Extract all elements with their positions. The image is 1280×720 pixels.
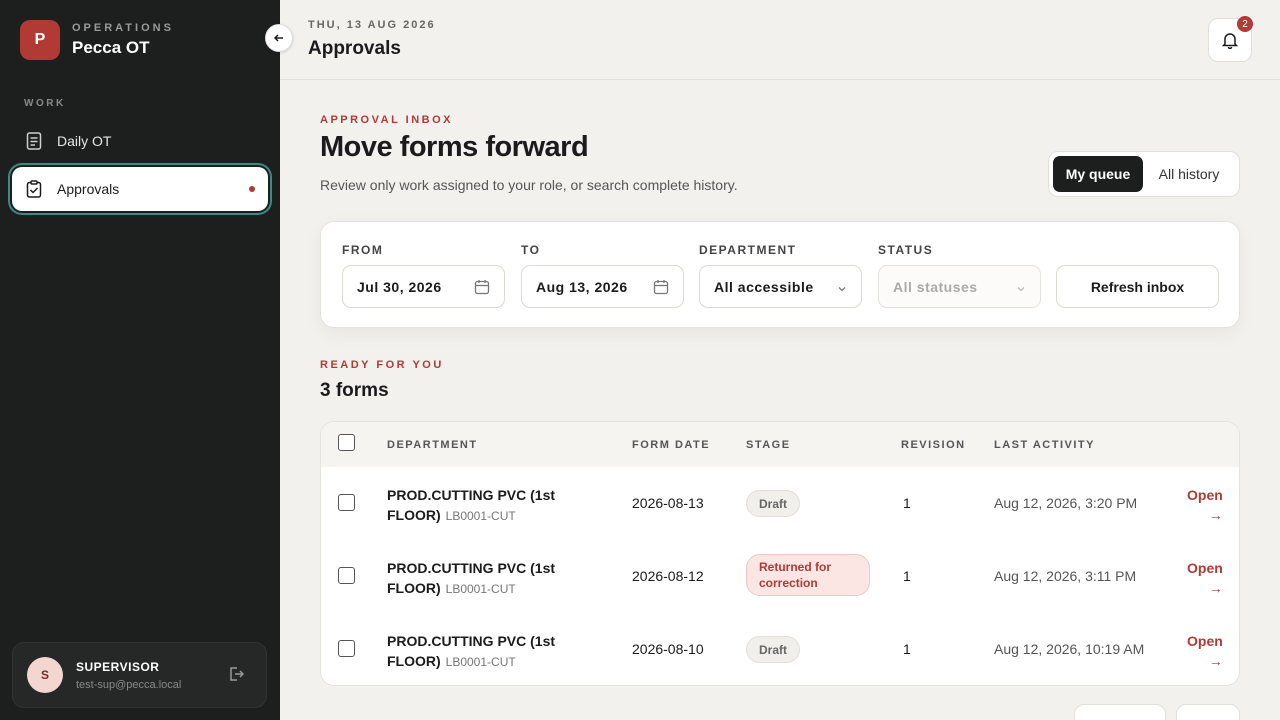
form-date-cell: 2026-08-13: [632, 495, 704, 511]
department-code: LB0001-CUT: [445, 582, 516, 596]
row-checkbox[interactable]: [338, 640, 355, 657]
department-code: LB0001-CUT: [445, 509, 516, 523]
brand-text: OPERATIONS Pecca OT: [72, 22, 174, 58]
arrow-left-icon: [273, 34, 283, 42]
current-date: THU, 13 AUG 2026: [308, 19, 436, 31]
department-code: LB0001-CUT: [445, 655, 516, 669]
open-link[interactable]: Open →: [1187, 631, 1223, 671]
department-cell: PROD.CUTTING PVC (1st FLOOR) LB0001-CUT: [387, 631, 587, 672]
notifications-button[interactable]: 2: [1208, 16, 1253, 62]
column-header-revision: REVISION: [901, 439, 966, 451]
forms-table: DEPARTMENT FORM DATE STAGE REVISION LAST…: [320, 421, 1240, 686]
chevron-down-icon: [837, 281, 847, 297]
select-all-checkbox[interactable]: [338, 434, 355, 451]
results-count: 3 forms: [320, 380, 389, 401]
revision-cell: 1: [903, 641, 911, 657]
notification-badge: 2: [1237, 16, 1253, 32]
open-label: Open: [1187, 487, 1223, 503]
from-date-field[interactable]: Jul 30, 2026: [342, 265, 505, 308]
table-header: DEPARTMENT FORM DATE STAGE REVISION LAST…: [321, 422, 1239, 467]
avatar: S: [27, 657, 63, 693]
refresh-inbox-button[interactable]: Refresh inbox: [1056, 265, 1219, 308]
form-date-cell: 2026-08-10: [632, 641, 704, 657]
form-date-cell: 2026-08-12: [632, 568, 704, 584]
table-row: PROD.CUTTING PVC (1st FLOOR) LB0001-CUT 2…: [321, 467, 1239, 540]
sidebar: P OPERATIONS Pecca OT WORK Daily OT Appr…: [0, 0, 280, 720]
from-label: FROM: [342, 243, 384, 257]
department-label: DEPARTMENT: [699, 243, 797, 257]
stage-badge: Returned for correction: [746, 554, 870, 596]
brand: P OPERATIONS Pecca OT: [20, 20, 174, 60]
revision-cell: 1: [903, 495, 911, 511]
department-select[interactable]: All accessible: [699, 265, 862, 308]
clipboard-check-icon: [25, 180, 43, 198]
stage-badge: Draft: [746, 636, 801, 663]
column-header-department: DEPARTMENT: [387, 439, 478, 451]
nav-section-label: WORK: [24, 98, 66, 109]
chevron-down-icon: [1016, 281, 1026, 297]
next-page-button[interactable]: [1176, 704, 1240, 720]
brand-name: Pecca OT: [72, 38, 150, 57]
stage-badge: Draft: [746, 490, 801, 517]
open-link[interactable]: Open →: [1187, 558, 1223, 598]
to-date-field[interactable]: Aug 13, 2026: [521, 265, 684, 308]
unread-dot: [249, 186, 255, 192]
user-card: S SUPERVISOR test-sup@pecca.local: [12, 642, 267, 708]
column-header-form-date: FORM DATE: [632, 439, 711, 451]
table-row: PROD.CUTTING PVC (1st FLOOR) LB0001-CUT 2…: [321, 613, 1239, 685]
row-checkbox[interactable]: [338, 567, 355, 584]
hero-title: Move forms forward: [320, 131, 589, 163]
brand-logo: P: [20, 20, 60, 60]
logout-icon[interactable]: [228, 666, 245, 687]
view-toggle: My queue All history: [1048, 151, 1240, 197]
tab-my-queue[interactable]: My queue: [1053, 156, 1143, 192]
last-activity-cell: Aug 12, 2026, 3:11 PM: [994, 568, 1137, 584]
page-title: Approvals: [308, 38, 401, 59]
status-value: All statuses: [893, 278, 978, 295]
hero-subtitle: Review only work assigned to your role, …: [320, 177, 738, 193]
department-cell: PROD.CUTTING PVC (1st FLOOR) LB0001-CUT: [387, 558, 587, 599]
arrow-right-icon: →: [1208, 580, 1223, 596]
previous-page-button[interactable]: [1074, 704, 1166, 720]
last-activity-cell: Aug 12, 2026, 10:19 AM: [994, 641, 1145, 657]
last-activity-cell: Aug 12, 2026, 3:20 PM: [994, 495, 1138, 511]
open-label: Open: [1187, 560, 1223, 576]
from-date-value: Jul 30, 2026: [357, 278, 442, 295]
user-text: SUPERVISOR test-sup@pecca.local: [76, 660, 181, 691]
calendar-icon: [653, 279, 669, 298]
to-label: TO: [521, 243, 541, 257]
section-eyebrow: APPROVAL INBOX: [320, 114, 453, 126]
document-icon: [25, 132, 43, 150]
status-select[interactable]: All statuses: [878, 265, 1041, 308]
tab-all-history[interactable]: All history: [1143, 156, 1235, 192]
open-label: Open: [1187, 633, 1223, 649]
column-header-stage: STAGE: [746, 439, 791, 451]
sidebar-item-label: Approvals: [57, 181, 120, 197]
topbar: THU, 13 AUG 2026 Approvals 2: [280, 0, 1280, 80]
calendar-icon: [474, 279, 490, 298]
arrow-right-icon: →: [1208, 653, 1223, 669]
sidebar-item-approvals[interactable]: Approvals: [12, 167, 268, 211]
sidebar-item-label: Daily OT: [57, 133, 112, 149]
filters-panel: FROM Jul 30, 2026 TO Aug 13, 2026 DEPART…: [320, 221, 1240, 328]
row-checkbox[interactable]: [338, 494, 355, 511]
arrow-right-icon: →: [1208, 507, 1223, 523]
results-eyebrow: READY FOR YOU: [320, 359, 444, 371]
brand-eyebrow: OPERATIONS: [72, 22, 174, 34]
collapse-sidebar-button[interactable]: [265, 24, 293, 52]
department-cell: PROD.CUTTING PVC (1st FLOOR) LB0001-CUT: [387, 485, 587, 526]
to-date-value: Aug 13, 2026: [536, 278, 628, 295]
user-role: SUPERVISOR: [76, 659, 160, 674]
bell-icon: [1222, 33, 1238, 49]
sidebar-item-daily-ot[interactable]: Daily OT: [12, 119, 268, 163]
user-email: test-sup@pecca.local: [76, 678, 182, 691]
table-row: PROD.CUTTING PVC (1st FLOOR) LB0001-CUT 2…: [321, 540, 1239, 613]
status-label: STATUS: [878, 243, 934, 257]
department-value: All accessible: [714, 278, 814, 295]
column-header-last-activity: LAST ACTIVITY: [994, 439, 1095, 451]
revision-cell: 1: [903, 568, 911, 584]
open-link[interactable]: Open →: [1187, 485, 1223, 525]
